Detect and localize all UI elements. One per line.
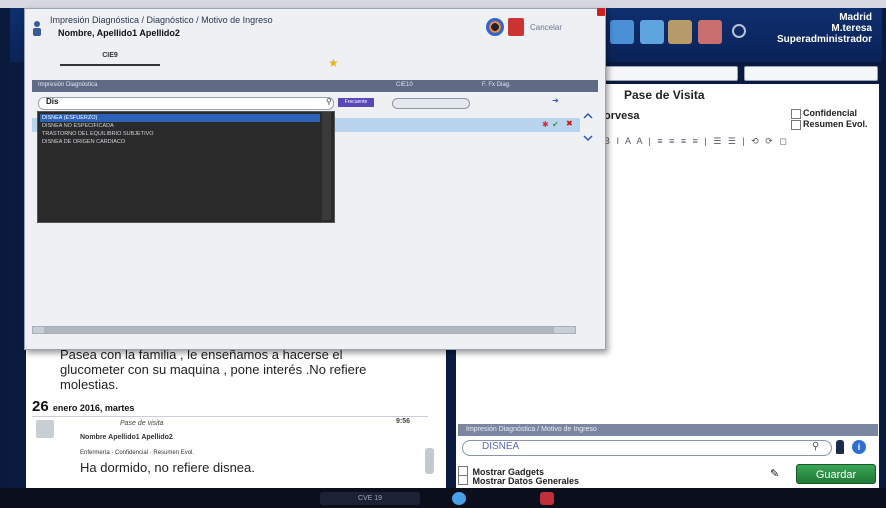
- pin-icon[interactable]: [836, 440, 844, 454]
- dropdown-item[interactable]: DISNEA (ESFUERZO): [40, 114, 320, 122]
- history-note-text: Pasea con la familia , le enseñamos a ha…: [60, 347, 367, 392]
- diagnosis-filter-value: Dis: [46, 97, 59, 106]
- confidencial-checkbox[interactable]: [791, 109, 801, 119]
- monitor-icon[interactable]: [610, 20, 634, 44]
- history-date: 26 enero 2016, martes: [32, 398, 134, 415]
- user-location: Madrid: [839, 12, 872, 23]
- diagnosis-filter-input[interactable]: [38, 97, 334, 110]
- user-avatar-icon[interactable]: [508, 18, 524, 36]
- taskbar: [0, 488, 886, 508]
- history-date-day: 26: [32, 398, 49, 415]
- window-top-border: [0, 0, 886, 8]
- close-icon[interactable]: [597, 8, 605, 16]
- patient-icon: [33, 21, 41, 36]
- grid-header-cie: CIE10: [396, 82, 413, 88]
- grid-header: Impresión Diagnóstica CIE10 F. Fx Diag.: [32, 80, 598, 92]
- entry-text: Ha dormido, no refiere disnea.: [80, 460, 255, 475]
- editor-toolbar[interactable]: B I A A | ≡ ≡ ≡ ≡ | ☰ ☰ | ⟲ ⟳ ◻: [604, 136, 878, 150]
- info-icon[interactable]: i: [852, 440, 866, 454]
- mostrar-datos-label: Mostrar Datos Generales: [472, 476, 579, 486]
- folder-icon[interactable]: [668, 20, 692, 44]
- gear-icon[interactable]: [732, 24, 746, 38]
- search-icon[interactable]: ⚲: [812, 441, 819, 452]
- cancel-button[interactable]: Cancelar: [530, 23, 562, 32]
- grid-header-diagnosis: Impresión Diagnóstica: [38, 82, 98, 88]
- pase-title: Pase de Visita: [624, 88, 705, 102]
- history-date-rest: enero 2016, martes: [52, 403, 135, 413]
- entry-author: Nombre Apellido1 Apellido2: [80, 434, 173, 441]
- atom-icon[interactable]: [486, 18, 504, 36]
- star-icon[interactable]: ★: [328, 56, 339, 70]
- top-search-input-2[interactable]: [744, 66, 878, 81]
- check-icon[interactable]: ✔: [552, 120, 559, 129]
- search-icon[interactable]: ⚲: [326, 97, 332, 106]
- dropdown-item[interactable]: TRASTORNO DEL EQUILIBRIO SUBJETIVO: [40, 130, 320, 138]
- partial-field-label: orvesa: [604, 110, 640, 122]
- tab-cie9[interactable]: CIE9: [60, 52, 160, 66]
- delete-icon[interactable]: ✖: [566, 119, 573, 128]
- guardar-label: Guardar: [815, 469, 857, 481]
- taskbar-item[interactable]: CVE 19: [320, 492, 420, 505]
- grid-vertical-scroll[interactable]: [582, 112, 594, 142]
- confidencial-label: Confidencial: [803, 108, 858, 118]
- entry-time: 9:56: [396, 418, 411, 425]
- dropdown-item[interactable]: DISNEA DE ORIGEN CARDIACO: [40, 138, 320, 146]
- frequent-badge[interactable]: Frecuente: [338, 98, 374, 107]
- top-search-input-1[interactable]: [600, 66, 738, 81]
- taskbar-item-label: CVE 19: [357, 495, 383, 502]
- diag-section-header: Impresión Diagnóstica / Motivo de Ingres…: [458, 424, 878, 436]
- window-right-edge: [882, 8, 886, 488]
- pdf-icon[interactable]: [540, 492, 554, 505]
- mostrar-datos-checkbox[interactable]: [458, 474, 468, 485]
- arrow-icon[interactable]: ➜: [552, 96, 559, 105]
- grid-header-fxdiag: F. Fx Diag.: [482, 82, 511, 88]
- diag-input-value: DISNEA: [482, 441, 520, 452]
- resumen-checkbox[interactable]: [791, 120, 801, 130]
- avatar: [36, 420, 54, 438]
- dropdown-item[interactable]: DISNEA NO ESPECIFICADA: [40, 122, 320, 130]
- dialog-title: Impresión Diagnóstica / Diagnóstico / Mo…: [50, 15, 273, 25]
- cie-filter-input[interactable]: [392, 98, 470, 109]
- user-info[interactable]: Madrid M.teresa Superadministrador: [777, 12, 872, 45]
- user-role: Superadministrador: [776, 34, 872, 45]
- globe-icon[interactable]: [452, 492, 466, 505]
- guardar-button[interactable]: Guardar: [796, 464, 876, 484]
- entry-meta: Enfermería · Confidencial · Resumen Evol…: [80, 450, 195, 456]
- entry-subtitle: Pase de visita: [120, 420, 164, 427]
- dropdown-scrollbar[interactable]: [322, 112, 331, 220]
- warning-icon[interactable]: ✱: [542, 120, 549, 129]
- diag-header-label: Impresión Diagnóstica / Motivo de Ingres…: [466, 426, 597, 433]
- microphone-icon[interactable]: ✎: [770, 467, 782, 480]
- user-name: M.teresa: [831, 23, 872, 34]
- window-left-edge: [0, 8, 10, 488]
- chart-icon[interactable]: [640, 20, 664, 44]
- history-scrollbar[interactable]: [425, 448, 434, 474]
- team-icon[interactable]: [698, 20, 722, 44]
- mostrar-datos-row[interactable]: Mostrar Datos Generales: [458, 471, 579, 489]
- dialog-subtitle: Nombre, Apellido1 Apellido2: [58, 28, 180, 38]
- scrollbar-thumb[interactable]: [44, 327, 554, 333]
- resumen-label: Resumen Evol.: [803, 119, 868, 129]
